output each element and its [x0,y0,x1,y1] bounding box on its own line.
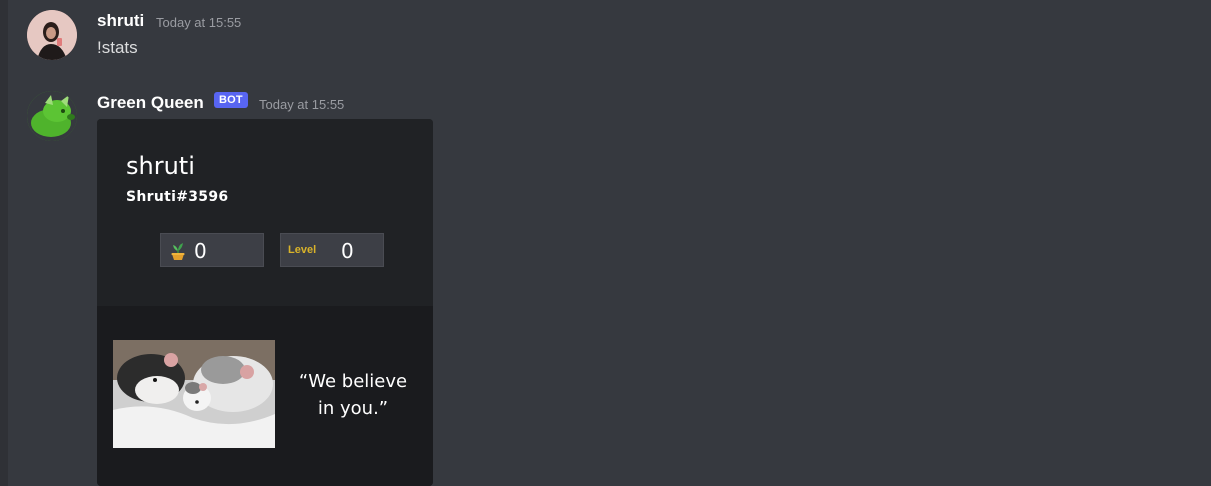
level-stat: Level 0 [280,233,384,267]
username[interactable]: shruti [97,11,144,31]
embed-header-section: shruti Shruti#3596 0 Level 0 [97,119,433,306]
embed-image-section: “We believe in you.” [97,306,433,486]
stats-embed-card: shruti Shruti#3596 0 Level 0 “We believe… [97,119,433,486]
bot-username[interactable]: Green Queen [97,93,204,113]
level-label: Level [288,244,317,256]
bot-badge: BOT [214,92,248,108]
coins-stat: 0 [160,233,264,267]
sprout-icon [171,243,185,260]
embed-user-tag: Shruti#3596 [126,189,229,205]
bot-message-timestamp: Today at 15:55 [259,97,345,112]
rats-photo-image [113,340,275,448]
bot-avatar-image [27,91,77,141]
rats-photo [113,340,275,448]
coins-value: 0 [194,239,207,263]
level-value: 0 [341,239,354,263]
message-user: shruti Today at 15:55 [0,0,1211,80]
embed-name: shruti [126,152,195,180]
avatar[interactable] [27,10,77,60]
message-timestamp: Today at 15:55 [156,15,242,30]
user-avatar-image [27,10,77,60]
bot-avatar[interactable] [27,91,77,141]
embed-quote: “We believe in you.” [298,371,408,419]
message-content: !stats [97,38,138,57]
